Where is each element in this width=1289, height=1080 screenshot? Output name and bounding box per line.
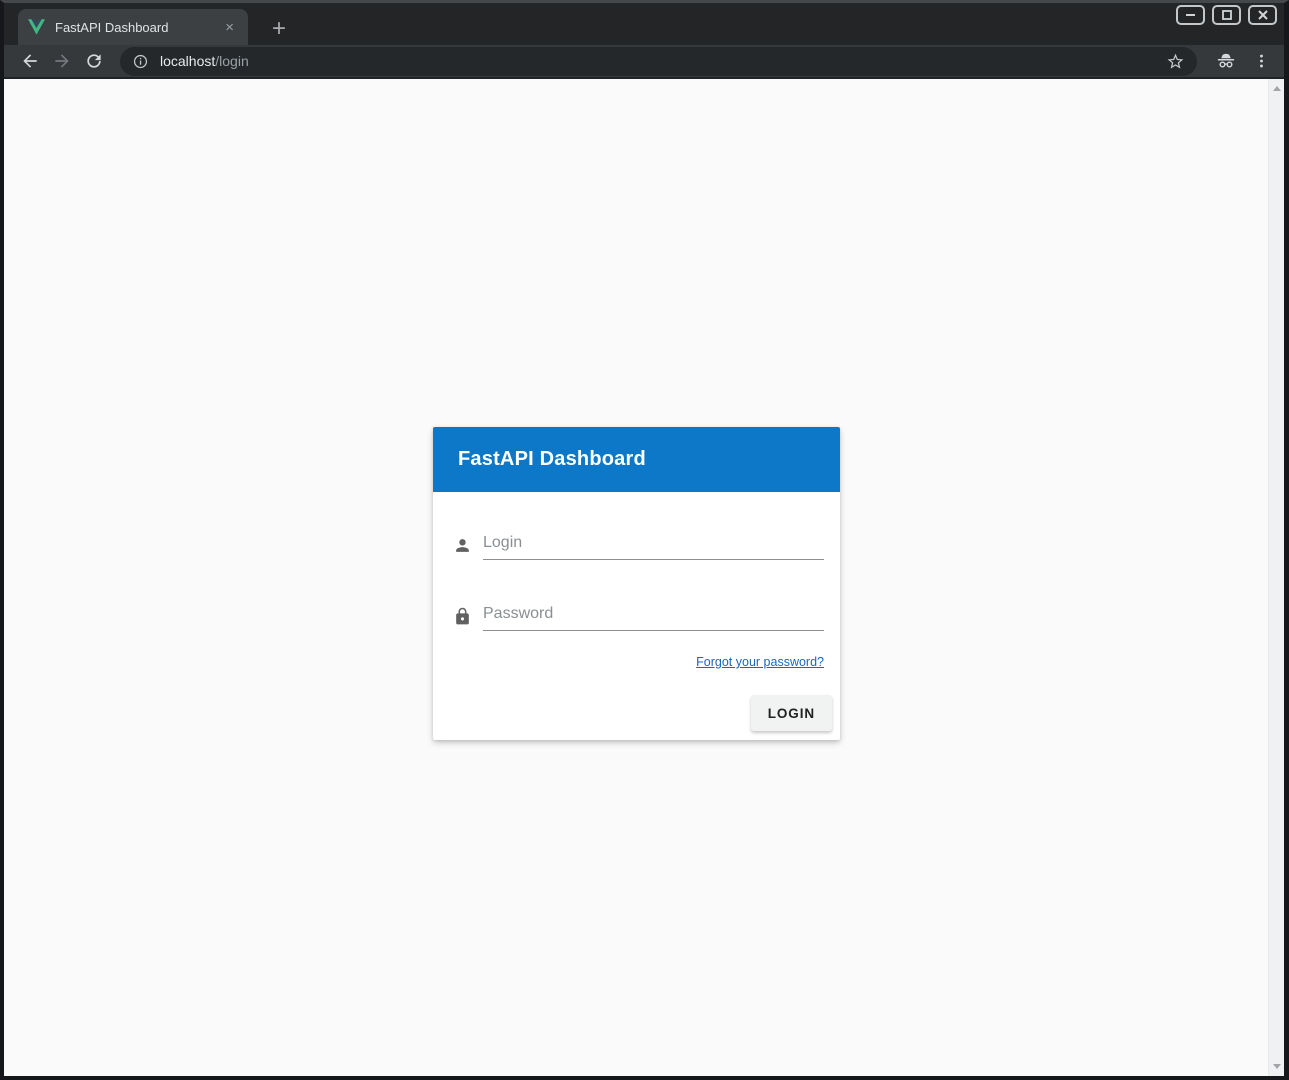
url-text: localhost/login: [160, 53, 1166, 69]
lock-icon: [453, 607, 483, 631]
password-input[interactable]: [483, 601, 824, 631]
person-icon: [453, 536, 483, 560]
login-card-title: FastAPI Dashboard: [458, 448, 646, 471]
tab-close-icon[interactable]: ×: [221, 20, 238, 35]
login-button[interactable]: LOGIN: [751, 695, 832, 731]
page-content: FastAPI Dashboard: [4, 79, 1284, 1076]
minimize-icon: [1185, 10, 1196, 20]
forward-icon[interactable]: [52, 51, 72, 71]
browser-window: FastAPI Dashboard × +: [0, 0, 1289, 1080]
close-icon: [1258, 10, 1268, 20]
login-field-row: [453, 530, 824, 560]
close-button[interactable]: [1248, 5, 1277, 25]
maximize-icon: [1222, 10, 1232, 20]
browser-toolbar: localhost/login: [4, 45, 1284, 79]
new-tab-button[interactable]: +: [266, 17, 292, 41]
address-bar[interactable]: localhost/login: [120, 47, 1197, 76]
maximize-button[interactable]: [1212, 5, 1241, 25]
login-card: FastAPI Dashboard: [433, 427, 840, 740]
scroll-down-icon[interactable]: [1273, 1064, 1281, 1069]
browser-tab[interactable]: FastAPI Dashboard ×: [18, 9, 248, 45]
vue-favicon-icon: [28, 19, 45, 35]
bookmark-star-icon[interactable]: [1166, 52, 1185, 71]
password-field-row: [453, 601, 824, 631]
forgot-password-link[interactable]: Forgot your password?: [696, 655, 824, 669]
forgot-password-row: Forgot your password?: [453, 653, 824, 671]
title-bar: FastAPI Dashboard × +: [4, 3, 1284, 45]
login-input[interactable]: [483, 530, 824, 560]
scroll-up-icon[interactable]: [1273, 86, 1281, 91]
tab-title: FastAPI Dashboard: [55, 20, 221, 35]
login-card-body: Forgot your password? LOGIN: [433, 492, 840, 740]
page-scrollbar[interactable]: [1268, 79, 1284, 1076]
card-actions: LOGIN: [453, 695, 832, 731]
reload-icon[interactable]: [84, 51, 104, 71]
back-icon[interactable]: [20, 51, 40, 71]
menu-dots-icon[interactable]: [1253, 52, 1270, 70]
incognito-icon: [1215, 50, 1237, 72]
url-path: /login: [215, 53, 248, 69]
login-card-header: FastAPI Dashboard: [433, 427, 840, 492]
url-host: localhost: [160, 53, 215, 69]
window-controls: [1176, 5, 1277, 25]
minimize-button[interactable]: [1176, 5, 1205, 25]
site-info-icon[interactable]: [132, 53, 149, 70]
